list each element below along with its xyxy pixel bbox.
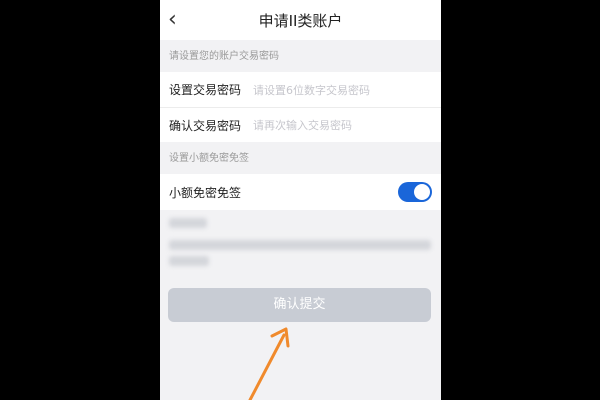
password-section-label: 请设置您的账户交易密码: [169, 51, 279, 62]
set-password-label: 设置交易密码: [169, 83, 242, 97]
toggle-knob: [414, 184, 430, 200]
exempt-section-label: 设置小额免密免签: [169, 153, 249, 164]
small-amount-exempt-toggle[interactable]: [398, 182, 432, 202]
phone-screen: ‹ 申请II类账户 请设置您的账户交易密码 设置交易密码 请设置6位数字交易密码…: [160, 0, 441, 400]
blurred-line: [169, 256, 209, 266]
small-amount-exempt-label: 小额免密免签: [169, 185, 242, 200]
confirm-password-label: 确认交易密码: [169, 118, 242, 133]
set-password-input[interactable]: 请设置6位数字交易密码: [253, 82, 370, 98]
blurred-line: [169, 218, 207, 228]
set-password-row[interactable]: 设置交易密码 请设置6位数字交易密码: [160, 72, 441, 107]
navigation-bar: ‹ 申请II类账户: [160, 0, 441, 40]
confirm-submit-button[interactable]: 确认提交: [168, 288, 431, 322]
confirm-password-input[interactable]: 请再次输入交易密码: [253, 117, 352, 133]
page-title: 申请II类账户: [258, 12, 343, 30]
confirm-password-row[interactable]: 确认交易密码 请再次输入交易密码: [160, 107, 441, 142]
password-group: 设置交易密码 请设置6位数字交易密码 确认交易密码 请再次输入交易密码: [160, 72, 441, 142]
small-amount-exempt-row: 小额免密免签: [160, 174, 441, 210]
blurred-line: [169, 240, 431, 250]
